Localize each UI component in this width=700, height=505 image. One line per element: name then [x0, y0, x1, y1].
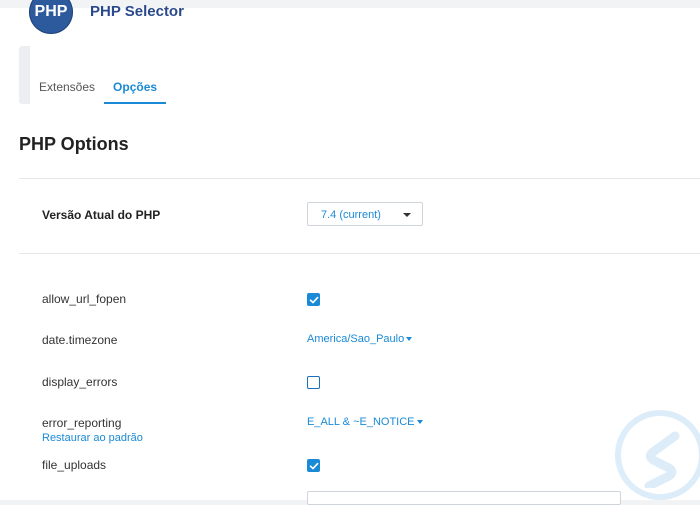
allow-url-fopen-label: allow_url_fopen	[42, 292, 127, 306]
chevron-down-icon	[403, 213, 411, 217]
chevron-down-icon	[406, 337, 413, 342]
php-version-value: 7.4 (current)	[321, 209, 381, 221]
divider	[19, 253, 700, 254]
divider	[19, 178, 700, 179]
chevron-down-icon	[416, 420, 423, 425]
tab-opcoes[interactable]: Opções	[104, 78, 167, 104]
logo-dots: • • •	[44, 0, 59, 1]
allow-url-fopen-checkbox[interactable]	[307, 293, 320, 306]
display-errors-checkbox[interactable]	[307, 376, 320, 389]
left-panel-stub	[19, 46, 30, 104]
tab-bar: Extensões Opções	[30, 78, 167, 104]
file-uploads-label: file_uploads	[42, 458, 107, 472]
restore-default-link[interactable]: Restaurar ao padrão	[42, 432, 143, 444]
error-reporting-value: E_ALL & ~E_NOTICE	[307, 416, 415, 428]
watermark-logo-icon	[615, 410, 700, 500]
file-uploads-checkbox[interactable]	[307, 459, 320, 472]
check-icon	[309, 296, 319, 304]
tab-extensoes[interactable]: Extensões	[30, 78, 104, 102]
page-title: PHP Options	[19, 134, 129, 154]
display-errors-label: display_errors	[42, 375, 118, 389]
error-reporting-label: error_reporting	[42, 416, 122, 430]
next-option-input[interactable]	[307, 491, 621, 505]
app-title: PHP Selector	[90, 3, 184, 20]
watermark-s-shape	[644, 431, 680, 488]
error-reporting-dropdown[interactable]: E_ALL & ~E_NOTICE	[307, 416, 423, 428]
date-timezone-label: date.timezone	[42, 333, 118, 347]
version-label: Versão Atual do PHP	[42, 208, 161, 222]
check-icon	[309, 462, 319, 470]
logo-text: PHP	[34, 3, 68, 20]
date-timezone-dropdown[interactable]: America/Sao_Paulo	[307, 333, 413, 345]
date-timezone-value: America/Sao_Paulo	[307, 333, 405, 345]
php-version-select[interactable]: 7.4 (current)	[307, 202, 423, 226]
